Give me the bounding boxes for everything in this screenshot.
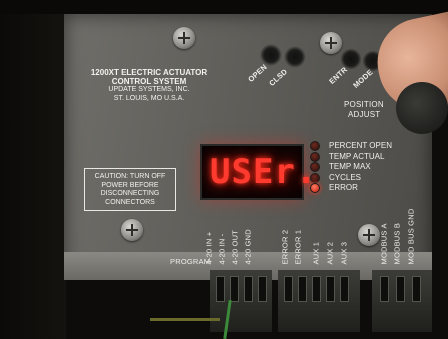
- terminal-screw-slot[interactable]: [298, 276, 307, 302]
- indicator-label: ERROR: [329, 183, 358, 192]
- dark-enclosure-top: [0, 0, 448, 14]
- led-display: USEr.: [200, 144, 316, 200]
- indicator-led-icon: [310, 151, 320, 162]
- caution-line-2: POWER BEFORE: [101, 181, 159, 189]
- terminal-block-analog: [210, 270, 272, 332]
- indicator-led-icon: [310, 172, 320, 183]
- company-line-2: ST. LOUIS, MO U.S.A.: [113, 94, 185, 102]
- position-label: POSITION: [344, 100, 384, 109]
- title-line-2: CONTROL SYSTEM: [111, 77, 187, 86]
- terminal-label: ERROR 1: [293, 229, 303, 265]
- terminal-screw-slot[interactable]: [326, 276, 335, 302]
- terminal-label: AUX 2: [325, 241, 335, 265]
- company-line-1: UPDATE SYSTEMS, INC.: [108, 86, 190, 93]
- indicator-label: TEMP MAX: [329, 162, 371, 171]
- wire-bundle: [150, 318, 220, 321]
- terminal-label: MOD BUS GND: [406, 208, 416, 265]
- caution-line-1: CAUTION: TURN OFF: [94, 173, 166, 180]
- terminal-block-relays: [278, 270, 360, 332]
- terminal-label: 4-20 GND: [243, 229, 253, 265]
- indicator-label: PERCENT OPEN: [329, 141, 392, 150]
- photo-scene: OPEN CLSD ENTR MODE POSITION ADJUST 1200…: [0, 0, 448, 339]
- terminal-screw-slot[interactable]: [216, 276, 225, 302]
- terminal-screw-slot[interactable]: [284, 276, 293, 302]
- terminal-label: 4-20 IN -: [217, 233, 227, 265]
- screw-bottom-right-icon: [358, 224, 380, 246]
- indicator-led-icon: [310, 183, 320, 193]
- screw-bottom-left-icon: [121, 219, 143, 241]
- terminal-screw-slot[interactable]: [258, 276, 267, 302]
- caution-line-4: CONNECTORS: [105, 198, 155, 206]
- clsd-button[interactable]: [284, 46, 306, 68]
- panel-title: 1200XT ELECTRIC ACTUATOR CONTROL SYSTEM …: [84, 68, 214, 103]
- indicator-led-icon: [310, 141, 320, 151]
- terminal-label: 4-20 IN +: [204, 231, 214, 265]
- terminal-screw-slot[interactable]: [244, 276, 253, 302]
- adjust-label: ADJUST: [348, 110, 381, 119]
- terminal-label: AUX 3: [339, 241, 349, 265]
- terminal-screw-slot[interactable]: [230, 276, 239, 302]
- screw-top-right-icon: [320, 32, 342, 54]
- terminal-label: MODBUS A: [379, 223, 389, 265]
- terminal-screw-slot[interactable]: [380, 276, 389, 302]
- indicator-led-icon: [310, 162, 320, 172]
- screw-top-left-icon: [173, 27, 195, 49]
- indicator-label: CYCLES: [329, 172, 362, 182]
- terminal-label: 4-20 OUT: [230, 229, 240, 265]
- caution-line-3: DISCONNECTING: [100, 190, 160, 197]
- title-line-1: 1200XT ELECTRIC ACTUATOR: [90, 68, 208, 77]
- terminal-screw-slot[interactable]: [396, 276, 405, 302]
- terminal-label: ERROR 2: [280, 229, 290, 265]
- terminal-label: AUX 1: [311, 241, 321, 265]
- terminal-block-modbus: [372, 270, 432, 332]
- terminal-screw-slot[interactable]: [312, 276, 321, 302]
- terminal-screw-slot[interactable]: [412, 276, 421, 302]
- display-readout: USEr.: [210, 152, 318, 192]
- terminal-label: MODBUS B: [392, 222, 402, 265]
- position-adjust-knob[interactable]: [396, 82, 448, 134]
- terminal-screw-slot[interactable]: [340, 276, 349, 302]
- caution-box: CAUTION: TURN OFF POWER BEFORE DISCONNEC…: [84, 168, 176, 211]
- indicator-label: TEMP ACTUAL: [329, 151, 385, 161]
- dark-enclosure-left: [0, 0, 66, 339]
